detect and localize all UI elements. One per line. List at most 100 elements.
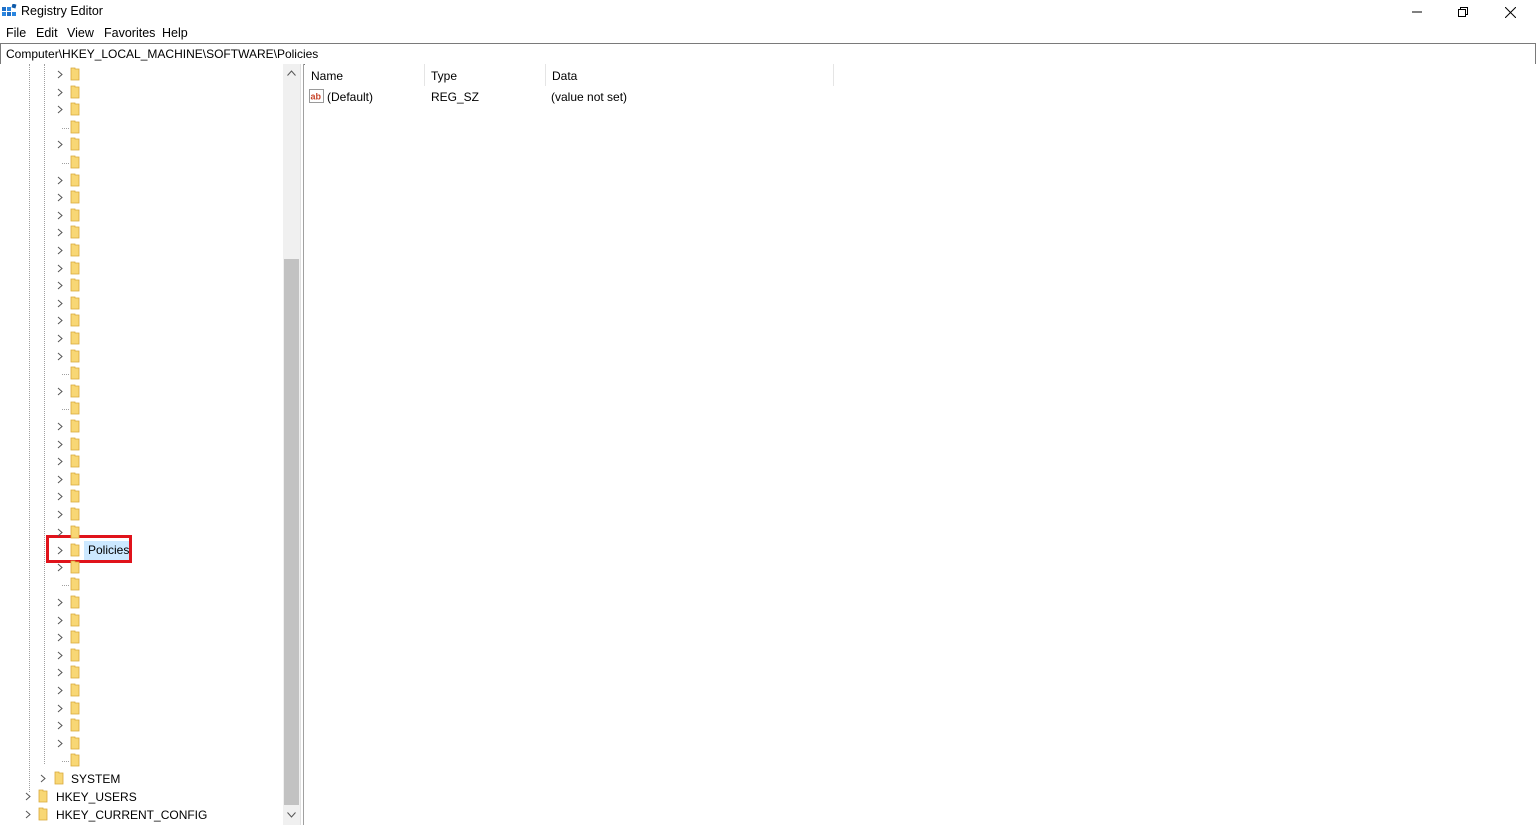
folder-icon [70,208,80,222]
expand-chevron-icon[interactable] [55,647,65,664]
expand-chevron-icon[interactable] [55,524,65,541]
expand-chevron-icon[interactable] [55,101,65,118]
registry-tree[interactable]: Policies SYSTEM HKEY_USERS HKEY_CURRENT_… [0,64,283,825]
tree-guide-line [62,761,69,763]
folder-icon [70,419,80,433]
expand-chevron-icon[interactable] [55,594,65,611]
expand-chevron-icon[interactable] [55,84,65,101]
tree-node-system[interactable]: SYSTEM [71,772,120,786]
expand-chevron-icon[interactable] [55,488,65,505]
expand-chevron-icon[interactable] [55,207,65,224]
expand-chevron-icon[interactable] [55,312,65,329]
chevron-up-icon [287,69,296,76]
expand-chevron-icon[interactable] [23,788,33,805]
expand-chevron-icon[interactable] [23,806,33,823]
expand-chevron-icon[interactable] [55,542,65,559]
menu-favorites[interactable]: Favorites [104,26,155,40]
expand-chevron-icon[interactable] [55,348,65,365]
expand-chevron-icon[interactable] [55,136,65,153]
restore-icon [1458,7,1468,17]
tree-guide-line [62,374,69,376]
menu-help[interactable]: Help [162,26,188,40]
folder-icon [70,401,80,415]
folder-icon [70,683,80,697]
string-value-icon: ab [309,89,324,103]
expand-chevron-icon[interactable] [55,260,65,277]
expand-chevron-icon[interactable] [55,295,65,312]
address-bar[interactable]: Computer\HKEY_LOCAL_MACHINE\SOFTWARE\Pol… [0,43,1536,65]
expand-chevron-icon[interactable] [55,453,65,470]
folder-icon [70,243,80,257]
pane-splitter[interactable] [300,64,304,825]
value-row[interactable]: ab (Default) REG_SZ (value not set) [305,87,905,106]
column-header-data[interactable]: Data [546,64,834,86]
folder-icon [54,771,64,785]
expand-chevron-icon[interactable] [55,559,65,576]
menu-bar: File Edit View Favorites Help [0,24,1536,43]
expand-chevron-icon[interactable] [55,612,65,629]
tree-node-hkey-current-config[interactable]: HKEY_CURRENT_CONFIG [56,808,207,822]
folder-icon [70,560,80,574]
folder-icon [70,472,80,486]
folder-icon [70,155,80,169]
expand-chevron-icon[interactable] [55,383,65,400]
expand-chevron-icon[interactable] [55,664,65,681]
expand-chevron-icon[interactable] [55,735,65,752]
values-list[interactable]: Name Type Data ab (Default) REG_SZ (valu… [305,64,1536,825]
folder-icon [70,753,80,767]
expand-chevron-icon[interactable] [55,506,65,523]
expand-chevron-icon[interactable] [55,224,65,241]
scroll-thumb[interactable] [284,259,299,805]
address-path[interactable]: Computer\HKEY_LOCAL_MACHINE\SOFTWARE\Pol… [6,47,318,61]
scroll-up-button[interactable] [283,64,300,81]
tree-guide-line [62,585,69,587]
folder-icon [70,489,80,503]
column-header-name[interactable]: Name [305,64,425,86]
folder-icon [70,85,80,98]
expand-chevron-icon[interactable] [55,330,65,347]
expand-chevron-icon[interactable] [55,717,65,734]
tree-node-policies[interactable]: Policies [88,543,129,557]
folder-icon [70,701,80,714]
folder-icon [70,296,80,310]
value-type: REG_SZ [431,90,480,104]
folder-icon [38,807,48,821]
expand-chevron-icon[interactable] [38,770,48,787]
expand-chevron-icon[interactable] [55,629,65,646]
menu-view[interactable]: View [67,26,94,40]
folder-icon [70,507,80,521]
folder-icon [70,736,80,750]
expand-chevron-icon[interactable] [55,471,65,488]
restore-button[interactable] [1440,0,1486,24]
expand-chevron-icon[interactable] [55,172,65,189]
menu-edit[interactable]: Edit [36,26,58,40]
expand-chevron-icon[interactable] [55,66,65,83]
expand-chevron-icon[interactable] [55,277,65,294]
expand-chevron-icon[interactable] [55,418,65,435]
minimize-button[interactable] [1394,0,1440,24]
folder-icon [70,278,80,292]
folder-icon [70,225,80,239]
folder-icon [70,331,80,345]
menu-file[interactable]: File [6,26,26,40]
expand-chevron-icon[interactable] [55,682,65,699]
expand-chevron-icon[interactable] [55,242,65,259]
folder-icon [70,173,80,186]
expand-chevron-icon[interactable] [55,189,65,206]
folder-icon [70,190,80,204]
close-button[interactable] [1487,0,1533,24]
folder-icon [38,789,48,803]
expand-chevron-icon[interactable] [55,700,65,717]
folder-icon [70,67,80,81]
folder-icon [70,437,80,450]
tree-guide-line [44,64,45,764]
expand-chevron-icon[interactable] [55,436,65,453]
value-name: (Default) [327,90,374,104]
svg-text:ab: ab [311,92,322,102]
tree-node-hkey-users[interactable]: HKEY_USERS [56,790,137,804]
column-header-type[interactable]: Type [425,64,546,86]
tree-scrollbar[interactable] [283,64,300,825]
scroll-down-button[interactable] [283,806,300,823]
folder-icon [70,313,80,327]
folder-icon [70,261,80,274]
